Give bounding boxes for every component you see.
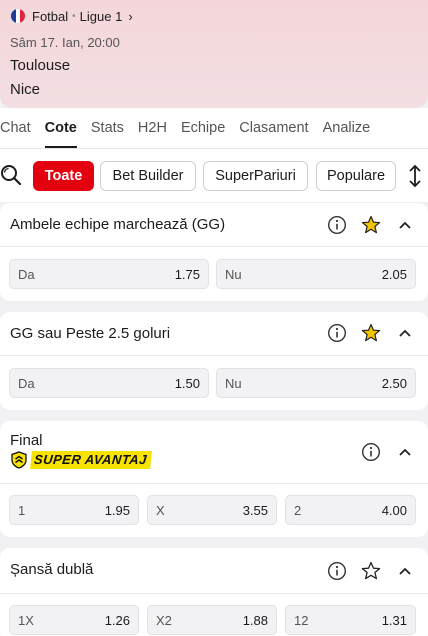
odd-label: 2 xyxy=(294,502,302,518)
market-title: Final xyxy=(10,432,43,449)
filter-populare[interactable]: Populare xyxy=(316,161,396,191)
home-team: Toulouse xyxy=(10,57,71,74)
tab-echipe[interactable]: Echipe xyxy=(174,108,232,148)
star-filled-icon[interactable] xyxy=(361,323,381,343)
odd-button[interactable]: 1X 1.26 xyxy=(9,605,139,635)
filter-bar: Toate Bet Builder SuperPariuri Populare xyxy=(0,148,428,202)
market-title: Ambele echipe marchează (GG) xyxy=(10,216,226,233)
match-header: Fotbal • Ligue 1 › Sâm 17. Ian, 20:00 To… xyxy=(0,0,428,108)
chevron-up-icon[interactable] xyxy=(395,561,415,581)
filter-bet-builder[interactable]: Bet Builder xyxy=(100,161,196,191)
odd-button[interactable]: Da 1.50 xyxy=(9,368,209,398)
market-card-final: Final SUPER AVANTAJ 1 1.95 X 3.55 2 4.00 xyxy=(0,421,428,537)
odd-value: 1.26 xyxy=(104,612,130,628)
market-card-gg-over: GG sau Peste 2.5 goluri Da 1.50 Nu 2.50 xyxy=(0,312,428,410)
odd-button[interactable]: Nu 2.50 xyxy=(216,368,416,398)
breadcrumb-sport: Fotbal xyxy=(32,8,69,24)
info-icon[interactable] xyxy=(361,442,381,462)
info-icon[interactable] xyxy=(327,561,347,581)
odd-value: 1.88 xyxy=(242,612,268,628)
shield-icon xyxy=(11,451,27,469)
info-icon[interactable] xyxy=(327,323,347,343)
odd-value: 1.50 xyxy=(174,375,200,391)
filter-superpariuri[interactable]: SuperPariuri xyxy=(203,161,308,191)
tab-chat[interactable]: Chat xyxy=(0,108,38,148)
tab-analize[interactable]: Analize xyxy=(316,108,378,148)
market-title: Șansă dublă xyxy=(10,561,94,578)
odd-label: Da xyxy=(18,375,35,391)
market-card-sansa-dubla: Șansă dublă 1X 1.26 X2 1.88 12 1.31 xyxy=(0,548,428,636)
info-icon[interactable] xyxy=(327,215,347,235)
tab-clasament[interactable]: Clasament xyxy=(232,108,315,148)
odd-label: X2 xyxy=(156,612,172,628)
odd-label: 1X xyxy=(18,612,34,628)
chevron-right-icon: › xyxy=(128,8,133,24)
odd-button[interactable]: X 3.55 xyxy=(147,495,277,525)
odd-button[interactable]: 12 1.31 xyxy=(285,605,416,635)
separator-dot-icon: • xyxy=(72,10,76,22)
tab-h2h[interactable]: H2H xyxy=(131,108,174,148)
odd-button[interactable]: 1 1.95 xyxy=(9,495,139,525)
odd-label: Da xyxy=(18,266,35,282)
divider xyxy=(0,246,428,247)
chevron-up-icon[interactable] xyxy=(395,323,415,343)
chevron-up-icon[interactable] xyxy=(395,215,415,235)
tab-bar: Chat Cote Stats H2H Echipe Clasament Ana… xyxy=(0,108,428,148)
odd-button[interactable]: Da 1.75 xyxy=(9,259,209,289)
breadcrumb[interactable]: Fotbal • Ligue 1 › xyxy=(10,8,133,24)
star-outline-icon[interactable] xyxy=(361,561,381,581)
odd-value: 2.05 xyxy=(381,266,407,282)
odd-label: Nu xyxy=(225,266,242,282)
divider xyxy=(0,355,428,356)
star-filled-icon[interactable] xyxy=(361,215,381,235)
odd-value: 3.55 xyxy=(242,502,268,518)
odd-label: 12 xyxy=(294,612,309,628)
odd-label: 1 xyxy=(18,502,26,518)
breadcrumb-league: Ligue 1 xyxy=(79,8,123,24)
odd-button[interactable]: 2 4.00 xyxy=(285,495,416,525)
market-title: GG sau Peste 2.5 goluri xyxy=(10,325,171,342)
odd-value: 1.31 xyxy=(381,612,407,628)
odd-value: 4.00 xyxy=(381,502,407,518)
odd-value: 1.75 xyxy=(174,266,200,282)
odd-button[interactable]: Nu 2.05 xyxy=(216,259,416,289)
match-date: Sâm 17. Ian, 20:00 xyxy=(10,35,120,50)
divider xyxy=(0,483,428,484)
search-icon[interactable] xyxy=(0,164,22,186)
tab-cote[interactable]: Cote xyxy=(38,108,84,148)
filter-toate[interactable]: Toate xyxy=(33,161,94,191)
divider xyxy=(0,593,428,594)
odd-label: X xyxy=(156,502,165,518)
odd-value: 1.95 xyxy=(104,502,130,518)
odd-value: 2.50 xyxy=(381,375,407,391)
badge-label: SUPER AVANTAJ xyxy=(30,451,152,469)
france-flag-icon xyxy=(10,8,26,24)
market-card-gg: Ambele echipe marchează (GG) Da 1.75 Nu … xyxy=(0,203,428,301)
away-team: Nice xyxy=(10,81,41,98)
super-avantaj-badge: SUPER AVANTAJ xyxy=(10,451,152,469)
tab-stats[interactable]: Stats xyxy=(84,108,131,148)
chevron-up-icon[interactable] xyxy=(395,442,415,462)
odd-label: Nu xyxy=(225,375,242,391)
odd-button[interactable]: X2 1.88 xyxy=(147,605,277,635)
sort-icon[interactable] xyxy=(404,163,426,189)
